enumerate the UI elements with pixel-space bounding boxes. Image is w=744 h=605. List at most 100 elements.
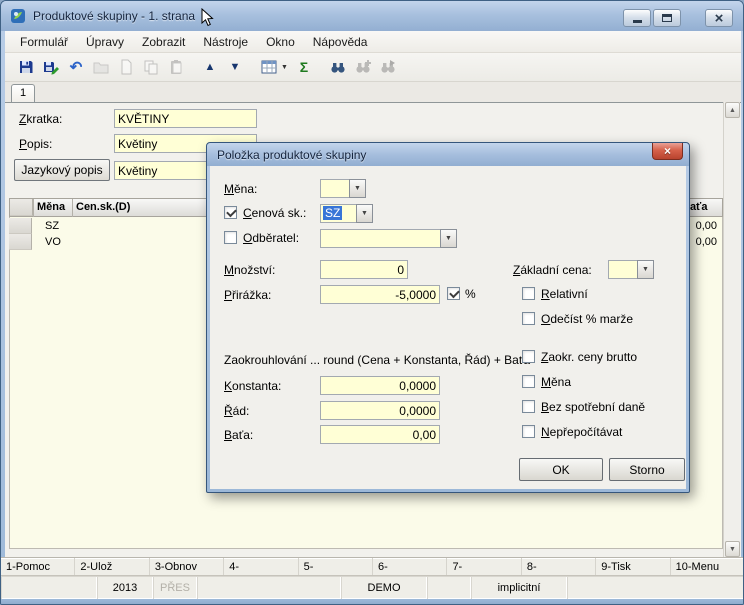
maximize-button[interactable] — [653, 9, 681, 27]
status-blank — [1, 576, 97, 599]
relativni-checkbox[interactable] — [522, 287, 535, 300]
toolbar: ▼ — [5, 53, 741, 82]
find-icon[interactable] — [327, 56, 349, 78]
menu-nastroje[interactable]: Nástroje — [194, 32, 257, 52]
percent-checkbox[interactable] — [447, 287, 460, 300]
app-window: Produktové skupiny - 1. strana Formulář … — [0, 0, 744, 605]
odberatel-label[interactable]: Odběratel: — [243, 231, 299, 245]
zakladni-combo-field[interactable] — [608, 260, 637, 279]
bez-dane-label[interactable]: Bez spotřební daně — [541, 400, 645, 414]
grid-dropdown-icon[interactable]: ▼ — [281, 64, 290, 71]
dialog-body: Měna: Cenová sk.: SZ Odběratel: Množství… — [210, 166, 686, 489]
status-profile: implicitní — [471, 576, 567, 599]
column-header-mena[interactable]: Měna — [37, 201, 65, 213]
title-bar[interactable]: Produktové skupiny - 1. strana — [1, 1, 744, 31]
paste-icon[interactable] — [165, 56, 187, 78]
column-header-censk[interactable]: Cen.sk.(D) — [76, 201, 130, 213]
find-add-icon[interactable] — [352, 56, 374, 78]
cenova-combo-field[interactable]: SZ — [320, 204, 356, 223]
mnozstvi-input[interactable] — [320, 260, 408, 279]
tab-page-1[interactable]: 1 — [11, 84, 35, 102]
fnkey-4[interactable]: 4- — [224, 558, 298, 575]
fnkey-3-obnov[interactable]: 3-Obnov — [150, 558, 224, 575]
window-frame-bottom — [1, 599, 744, 605]
new-icon[interactable] — [115, 56, 137, 78]
grid-icon[interactable] — [258, 56, 280, 78]
percent-label[interactable]: % — [465, 287, 476, 301]
open-icon[interactable] — [90, 56, 112, 78]
minimize-button[interactable] — [623, 9, 651, 27]
status-bar: 2013 PŘES DEMO implicitní — [1, 575, 744, 599]
move-up-icon[interactable] — [199, 56, 221, 78]
row-selector[interactable] — [9, 218, 32, 234]
jazykovy-popis-button[interactable]: Jazykový popis — [14, 159, 110, 181]
maximize-icon — [662, 14, 672, 22]
odberatel-combo[interactable] — [320, 229, 457, 248]
ok-button[interactable]: OK — [519, 458, 603, 481]
odecist-marze-checkbox[interactable] — [522, 312, 535, 325]
undo-icon[interactable] — [65, 56, 87, 78]
status-mode: PŘES — [153, 576, 197, 599]
fnkey-1-pomoc[interactable]: 1-Pomoc — [1, 558, 75, 575]
mena-dropdown-icon[interactable] — [349, 179, 366, 198]
scroll-down-icon[interactable]: ▼ — [725, 541, 740, 557]
find-next-icon[interactable] — [377, 56, 399, 78]
neprepocitavat-label[interactable]: Nepřepočítávat — [541, 425, 622, 439]
konstanta-label: Konstanta: — [224, 379, 281, 393]
mena-round-checkbox[interactable] — [522, 375, 535, 388]
close-button[interactable] — [705, 9, 733, 27]
menu-zobrazit[interactable]: Zobrazit — [133, 32, 194, 52]
menu-formular[interactable]: Formulář — [11, 32, 77, 52]
dialog-title-bar[interactable]: Položka produktové skupiny — [207, 143, 689, 166]
prirazka-input[interactable] — [320, 285, 440, 304]
window-title: Produktové skupiny - 1. strana — [33, 9, 195, 23]
cenova-dropdown-icon[interactable] — [356, 204, 373, 223]
cenova-checkbox[interactable] — [224, 206, 237, 219]
rad-input[interactable] — [320, 401, 440, 420]
row-selector[interactable] — [9, 234, 32, 250]
cenova-label[interactable]: Cenová sk.: — [243, 206, 306, 220]
fnkey-10-menu[interactable]: 10-Menu — [671, 558, 744, 575]
odberatel-combo-field[interactable] — [320, 229, 440, 248]
zakladni-dropdown-icon[interactable] — [637, 260, 654, 279]
fnkey-5[interactable]: 5- — [299, 558, 373, 575]
cell-censk: VO — [45, 236, 61, 248]
save-edit-icon[interactable] — [40, 56, 62, 78]
menu-bar: Formulář Úpravy Zobrazit Nástroje Okno N… — [5, 31, 741, 53]
zkratka-input[interactable] — [114, 109, 257, 128]
neprepocitavat-checkbox[interactable] — [522, 425, 535, 438]
mena-combo-field[interactable] — [320, 179, 349, 198]
zaokr-brutto-checkbox[interactable] — [522, 350, 535, 363]
save-icon[interactable] — [15, 56, 37, 78]
menu-napoveda[interactable]: Nápověda — [304, 32, 377, 52]
dialog-title: Položka produktové skupiny — [217, 148, 366, 162]
recalc-icon[interactable] — [293, 56, 315, 78]
odberatel-dropdown-icon[interactable] — [440, 229, 457, 248]
fnkey-2-uloz[interactable]: 2-Ulož — [75, 558, 149, 575]
vertical-scrollbar[interactable]: ▲ ▼ — [723, 102, 740, 557]
move-down-icon[interactable] — [224, 56, 246, 78]
bata-input[interactable] — [320, 425, 440, 444]
scroll-up-icon[interactable]: ▲ — [725, 102, 740, 118]
odecist-marze-label[interactable]: Odečíst % marže — [541, 312, 633, 326]
column-separator — [72, 199, 73, 217]
menu-okno[interactable]: Okno — [257, 32, 304, 52]
zaokr-brutto-label[interactable]: Zaokr. ceny brutto — [541, 350, 637, 364]
dialog-close-button[interactable] — [652, 143, 683, 160]
storno-button[interactable]: Storno — [609, 458, 685, 481]
bez-dane-checkbox[interactable] — [522, 400, 535, 413]
odberatel-checkbox[interactable] — [224, 231, 237, 244]
copy-icon[interactable] — [140, 56, 162, 78]
relativni-label[interactable]: Relativní — [541, 287, 588, 301]
mena-round-label[interactable]: Měna — [541, 375, 571, 389]
zakladni-cena-combo[interactable] — [608, 260, 654, 279]
konstanta-input[interactable] — [320, 376, 440, 395]
fnkey-6[interactable]: 6- — [373, 558, 447, 575]
cenova-combo[interactable]: SZ — [320, 204, 373, 223]
mena-combo[interactable] — [320, 179, 366, 198]
status-blank — [567, 576, 744, 599]
fnkey-8[interactable]: 8- — [522, 558, 596, 575]
fnkey-9-tisk[interactable]: 9-Tisk — [596, 558, 670, 575]
menu-upravy[interactable]: Úpravy — [77, 32, 133, 52]
fnkey-7[interactable]: 7- — [447, 558, 521, 575]
